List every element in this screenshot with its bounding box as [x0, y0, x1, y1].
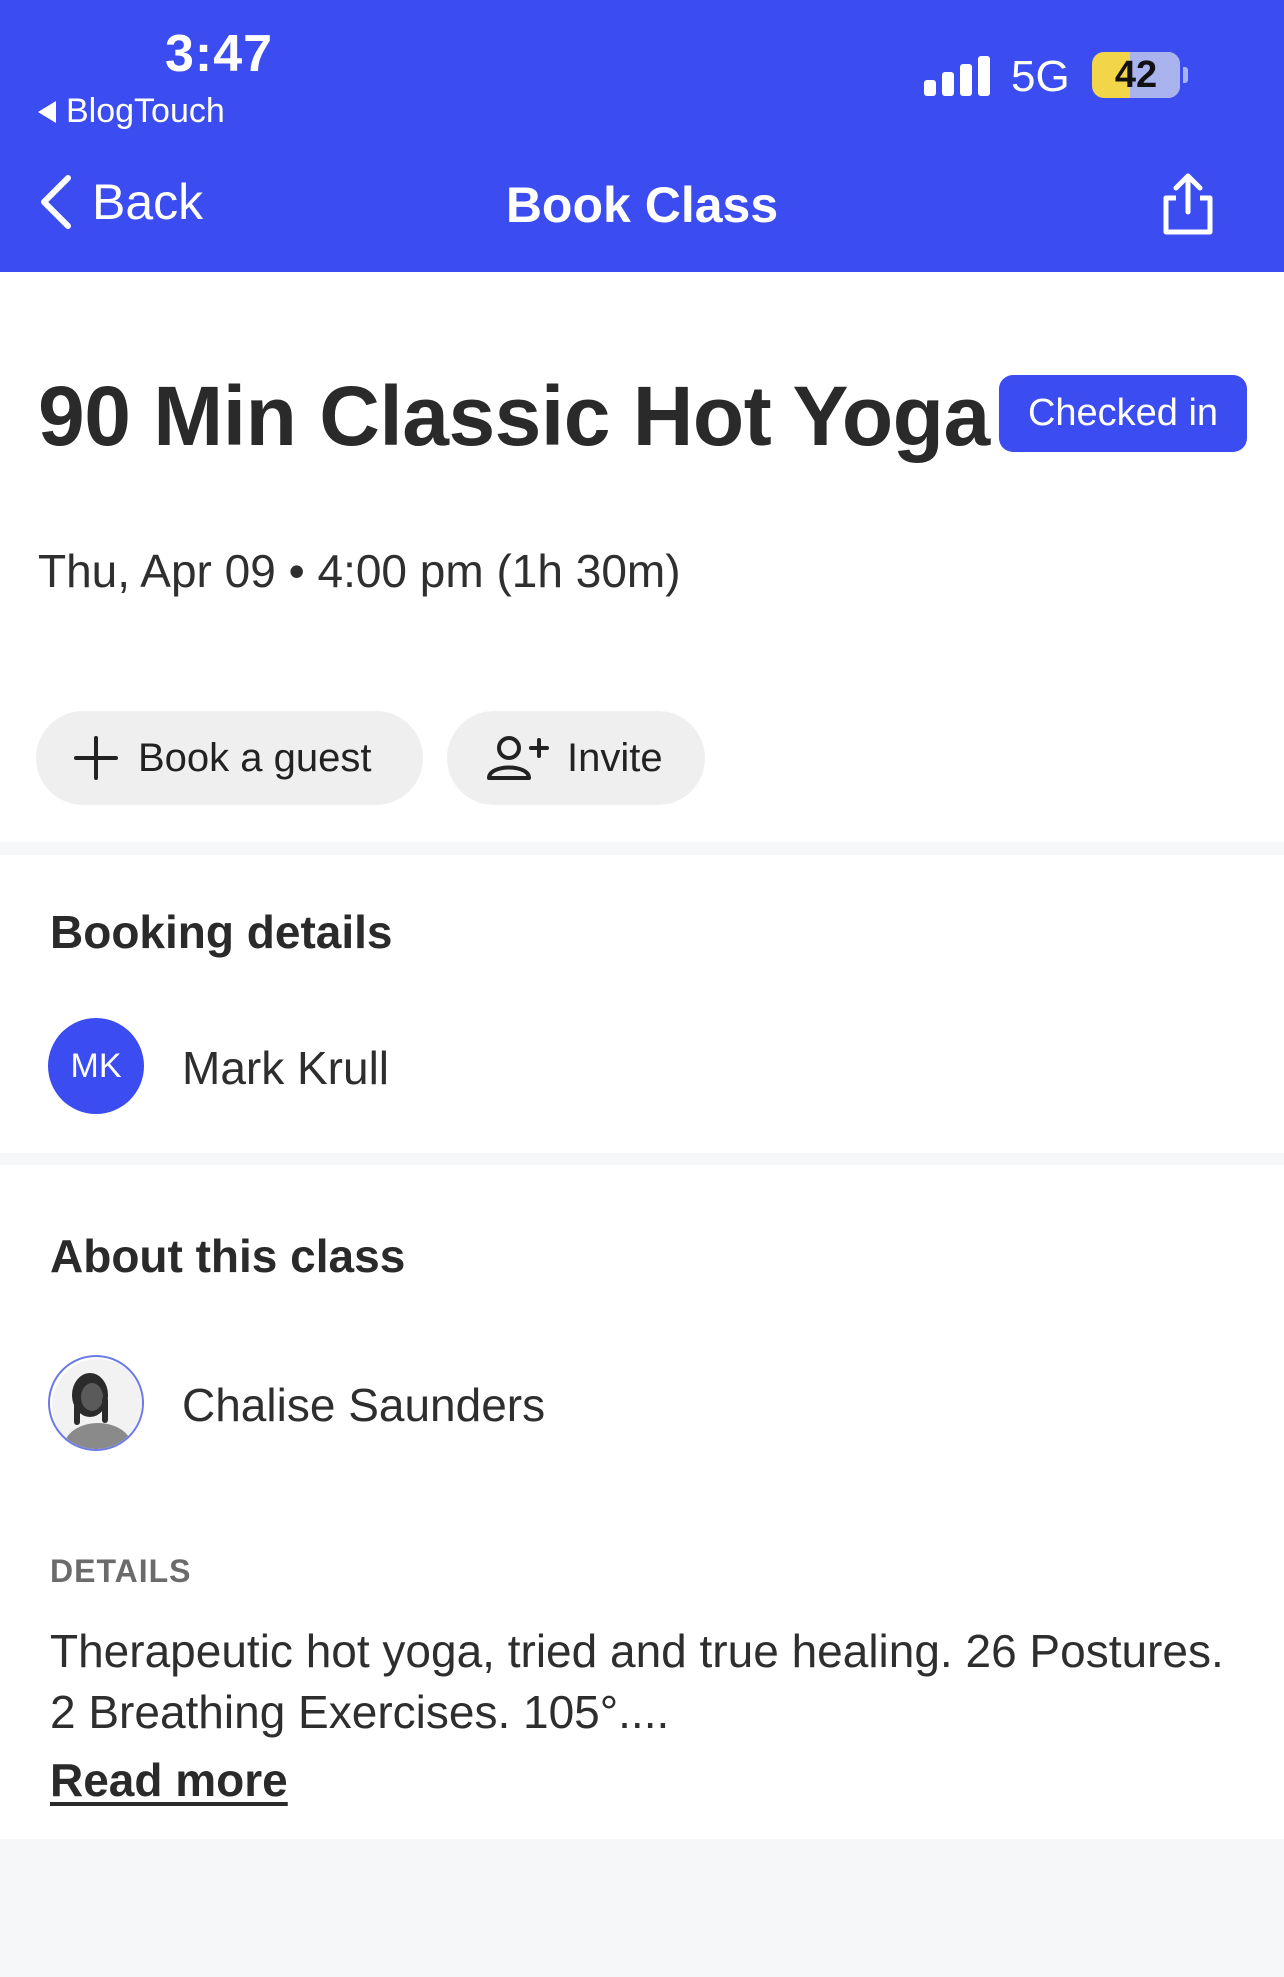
booking-details-heading: Booking details — [50, 906, 393, 958]
class-datetime: Thu, Apr 09 • 4:00 pm (1h 30m) — [38, 545, 681, 597]
back-to-app[interactable]: BlogTouch — [38, 92, 225, 131]
network-type: 5G — [1011, 52, 1070, 101]
header: 3:47 BlogTouch 5G 42 Back Book Class — [0, 0, 1284, 272]
status-badge: Checked in — [999, 375, 1247, 452]
invite-label: Invite — [567, 735, 663, 780]
plus-icon — [74, 736, 118, 780]
booking-details-card: Booking details MK Mark Krull — [0, 855, 1284, 1153]
back-app-label: BlogTouch — [66, 92, 225, 130]
page-title: Book Class — [505, 177, 779, 233]
battery-level: 42 — [1114, 53, 1158, 96]
about-class-card: About this class Chalise Saunders DETAIL… — [0, 1165, 1284, 1839]
signal-icon — [924, 54, 990, 96]
details-text: Therapeutic hot yoga, tried and true hea… — [50, 1625, 1224, 1738]
status-time: 3:47 — [165, 25, 274, 83]
instructor-name[interactable]: Chalise Saunders — [182, 1378, 545, 1432]
instructor-photo-icon — [52, 1359, 142, 1449]
instructor-avatar — [48, 1355, 144, 1451]
book-guest-button[interactable]: Book a guest — [36, 711, 423, 805]
book-guest-label: Book a guest — [138, 735, 372, 780]
read-more-link[interactable]: Read more — [50, 1753, 288, 1807]
avatar: MK — [48, 1018, 144, 1114]
booked-person-name: Mark Krull — [182, 1042, 390, 1094]
battery-tip — [1183, 67, 1188, 83]
share-icon[interactable] — [1158, 172, 1218, 238]
details-label: DETAILS — [50, 1553, 192, 1589]
class-info-card: 90 Min Classic Hot Yoga Checked in Thu, … — [0, 272, 1284, 842]
invite-button[interactable]: Invite — [447, 711, 705, 805]
avatar-initials: MK — [70, 1046, 122, 1085]
about-heading: About this class — [50, 1230, 406, 1282]
class-title: 90 Min Classic Hot Yoga — [38, 369, 990, 463]
add-person-icon — [487, 736, 549, 780]
back-triangle-icon — [38, 100, 56, 123]
